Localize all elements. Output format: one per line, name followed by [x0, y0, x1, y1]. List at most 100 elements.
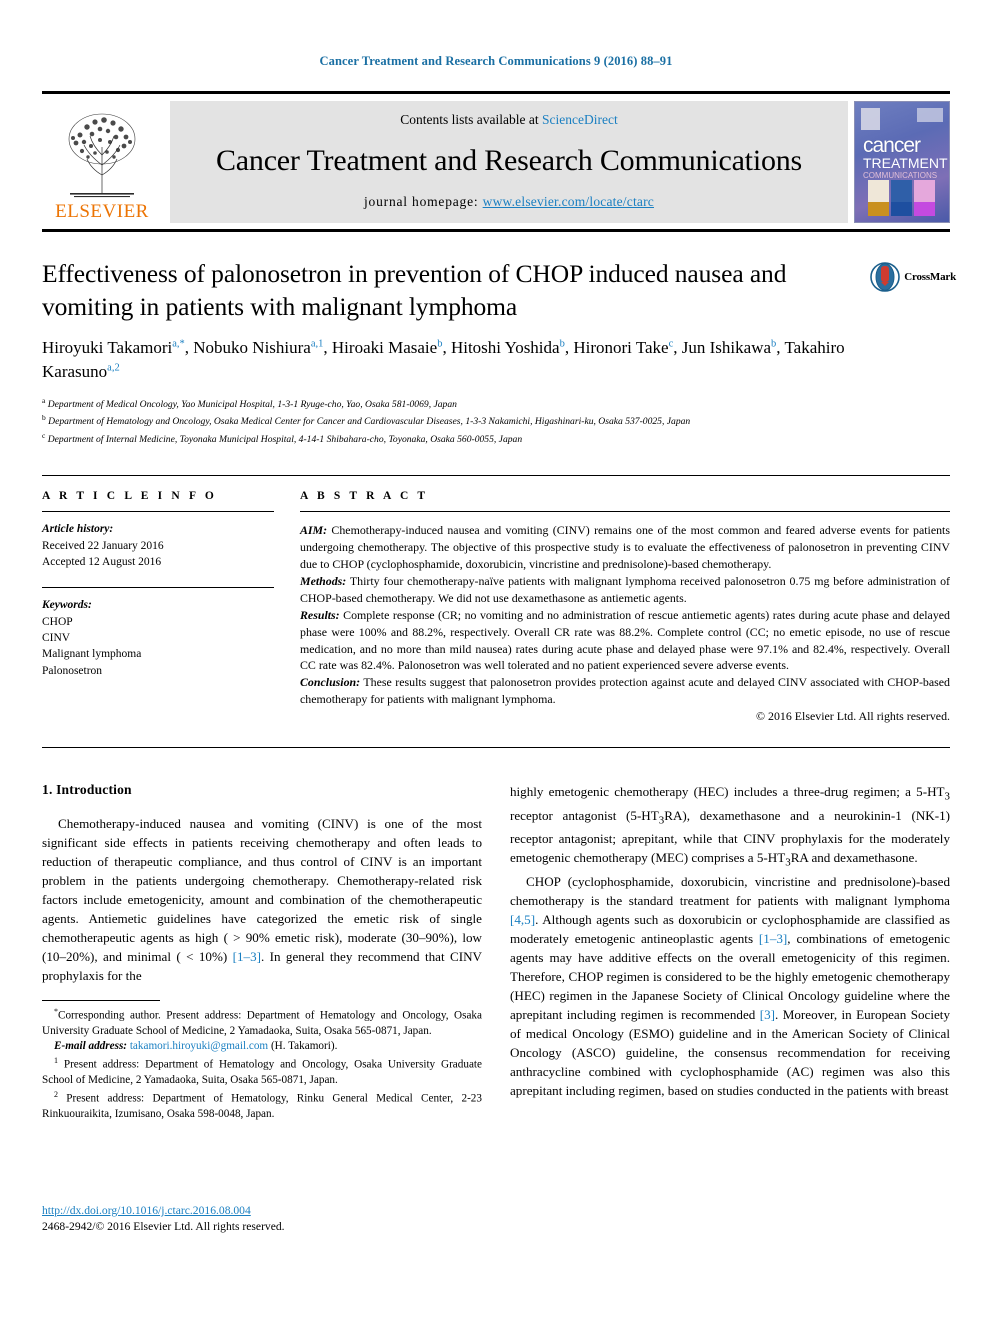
affiliation-marker: c	[42, 430, 46, 440]
crossmark-label: CrossMark	[904, 271, 956, 283]
footnote-email: E-mail address: takamori.hiroyuki@gmail.…	[42, 1039, 482, 1055]
cover-elsevier-logo-icon	[861, 108, 880, 130]
affiliation-marker: b	[42, 413, 46, 423]
journal-masthead: ELSEVIER Contents lists available at Sci…	[42, 101, 950, 223]
title-block: CrossMark Effectiveness of palonosetron …	[42, 258, 956, 448]
article-info-heading: A R T I C L E I N F O	[42, 490, 217, 503]
abstract-column: A B S T R A C T AIM: Chemotherapy-induce…	[300, 490, 950, 725]
body-columns: 1. Introduction Chemotherapy-induced nau…	[42, 782, 950, 1123]
cover-image-tiles	[868, 180, 935, 216]
footnotes-block: *Corresponding author. Present address: …	[42, 1006, 482, 1123]
author-affiliation-marker: b	[771, 338, 777, 350]
article-info-rule	[42, 511, 274, 513]
citation-reference[interactable]: [3]	[760, 1007, 775, 1022]
keyword-item: CINV	[42, 631, 71, 644]
doi-link[interactable]: http://dx.doi.org/10.1016/j.ctarc.2016.0…	[42, 1204, 251, 1217]
keyword-item: Palonosetron	[42, 664, 103, 677]
author-affiliation-marker: c	[668, 338, 674, 350]
footnote-rule	[42, 999, 160, 1001]
issn-copyright-line: 2468-2942/© 2016 Elsevier Ltd. All right…	[42, 1220, 285, 1234]
running-head: Cancer Treatment and Research Communicat…	[319, 54, 673, 68]
footnote-marker-2: 2	[54, 1089, 58, 1099]
article-accepted-date: Accepted 12 August 2016	[42, 555, 162, 568]
journal-title: Cancer Treatment and Research Communicat…	[215, 144, 803, 177]
abstract-section-label: Methods:	[300, 573, 347, 588]
article-history: Article history: Received 22 January 201…	[42, 521, 274, 570]
author-affiliation-marker: a,1	[310, 338, 324, 350]
affiliation-marker: a	[42, 395, 46, 405]
abstract-bottom-rule	[42, 747, 950, 749]
masthead-center: Contents lists available at ScienceDirec…	[170, 101, 848, 223]
cover-tile-2	[891, 180, 912, 216]
abstract-body: AIM: Chemotherapy-induced nausea and vom…	[300, 522, 950, 725]
abstract-section: Conclusion: These results suggest that p…	[300, 674, 950, 708]
citation-reference[interactable]: [1–3]	[233, 949, 261, 964]
cover-badge-icon	[917, 108, 943, 122]
footnote-note-2: 2 Present address: Department of Hematol…	[42, 1089, 482, 1123]
email-owner: (H. Takamori).	[270, 1040, 338, 1053]
author-name: Jun Ishikawab	[681, 338, 777, 358]
email-label: E-mail address:	[54, 1040, 128, 1053]
journal-cover-thumbnail: cancer TREATMENT COMMUNICATIONS	[854, 101, 950, 223]
footnote-corresponding-author: *Corresponding author. Present address: …	[42, 1006, 482, 1040]
citation-reference[interactable]: [1–3]	[759, 931, 787, 946]
contents-available-line: Contents lists available at ScienceDirec…	[400, 112, 617, 128]
sciencedirect-link[interactable]: ScienceDirect	[542, 112, 618, 127]
affiliation-item: c Department of Internal Medicine, Toyon…	[42, 430, 523, 445]
affiliation-item: b Department of Hematology and Oncology,…	[42, 413, 691, 428]
abstract-copyright: © 2016 Elsevier Ltd. All rights reserved…	[756, 709, 950, 724]
affiliation-list: a Department of Medical Oncology, Yao Mu…	[42, 395, 950, 448]
masthead-top-rule: ELSEVIER Contents lists available at Sci…	[42, 91, 950, 223]
abstract-section: AIM: Chemotherapy-induced nausea and vom…	[300, 522, 950, 573]
abstract-section-label: Results:	[300, 607, 340, 622]
keyword-item: CHOP	[42, 615, 73, 628]
intro-paragraph-right-1: highly emetogenic chemotherapy (HEC) inc…	[510, 784, 951, 869]
info-abstract-columns: A R T I C L E I N F O Article history: R…	[42, 490, 950, 725]
elsevier-wordmark: ELSEVIER	[55, 201, 149, 222]
email-link[interactable]: takamori.hiroyuki@gmail.com	[130, 1040, 268, 1052]
elsevier-tree-icon	[68, 113, 136, 198]
article-received-date: Received 22 January 2016	[42, 539, 164, 552]
journal-homepage-link[interactable]: www.elsevier.com/locate/ctarc	[483, 194, 654, 209]
article-history-label: Article history:	[42, 523, 114, 536]
abstract-section-text: Complete response (CR; no vomiting and n…	[300, 607, 950, 673]
abstract-section-text: Thirty four chemotherapy-naïve patients …	[300, 573, 950, 605]
intro-paragraph-right-2: CHOP (cyclophosphamide, doxorubicin, vin…	[510, 873, 950, 1099]
body-right-column: highly emetogenic chemotherapy (HEC) inc…	[510, 782, 950, 1123]
abstract-section-text: Chemotherapy-induced nausea and vomiting…	[300, 523, 950, 572]
cover-tile-3	[914, 180, 935, 216]
author-list: Hiroyuki Takamoria,*, Nobuko Nishiuraa,1…	[42, 338, 845, 382]
cover-tile-3-top	[914, 180, 935, 202]
abstract-rule	[300, 511, 950, 513]
elsevier-logo: ELSEVIER	[42, 101, 162, 223]
cover-tile-3-bottom	[914, 202, 935, 216]
abstract-section: Methods: Thirty four chemotherapy-naïve …	[300, 573, 950, 607]
keywords-rule	[42, 587, 274, 589]
body-left-column: 1. Introduction Chemotherapy-induced nau…	[42, 782, 482, 1123]
article-title: Effectiveness of palonosetron in prevent…	[42, 259, 787, 321]
author-name: Hironori Takec	[573, 338, 674, 358]
author-name: Hiroaki Masaieb	[331, 338, 443, 358]
footnote-note-2-text: Present address: Department of Hematolog…	[42, 1092, 482, 1121]
journal-homepage-line: journal homepage: www.elsevier.com/locat…	[364, 194, 654, 210]
keywords-label: Keywords:	[42, 599, 92, 612]
cover-tile-1	[868, 180, 889, 216]
author-affiliation-marker: b	[559, 338, 565, 350]
citation-reference[interactable]: [4,5]	[510, 912, 535, 927]
author-affiliation-marker: a,2	[107, 362, 120, 374]
footnote-marker-1: 1	[54, 1055, 58, 1065]
cover-tile-1-top	[868, 180, 889, 202]
info-abstract-top-rule	[42, 475, 950, 477]
paper-page: Cancer Treatment and Research Communicat…	[0, 0, 992, 1323]
keyword-item: Malignant lymphoma	[42, 648, 142, 661]
footnote-note-1-text: Present address: Department of Hematolog…	[42, 1058, 482, 1087]
abstract-section-label: Conclusion:	[300, 675, 361, 690]
cover-title-line3: COMMUNICATIONS	[863, 171, 938, 180]
crossmark-badge[interactable]: CrossMark	[870, 262, 956, 292]
cover-tile-2-top	[891, 180, 912, 202]
author-name: Hitoshi Yoshidab	[450, 338, 565, 358]
cover-title-line2: TREATMENT	[863, 155, 948, 171]
author-affiliation-marker: b	[437, 338, 443, 350]
cover-tile-2-bottom	[891, 202, 912, 216]
author-name: Nobuko Nishiuraa,1	[193, 338, 324, 358]
